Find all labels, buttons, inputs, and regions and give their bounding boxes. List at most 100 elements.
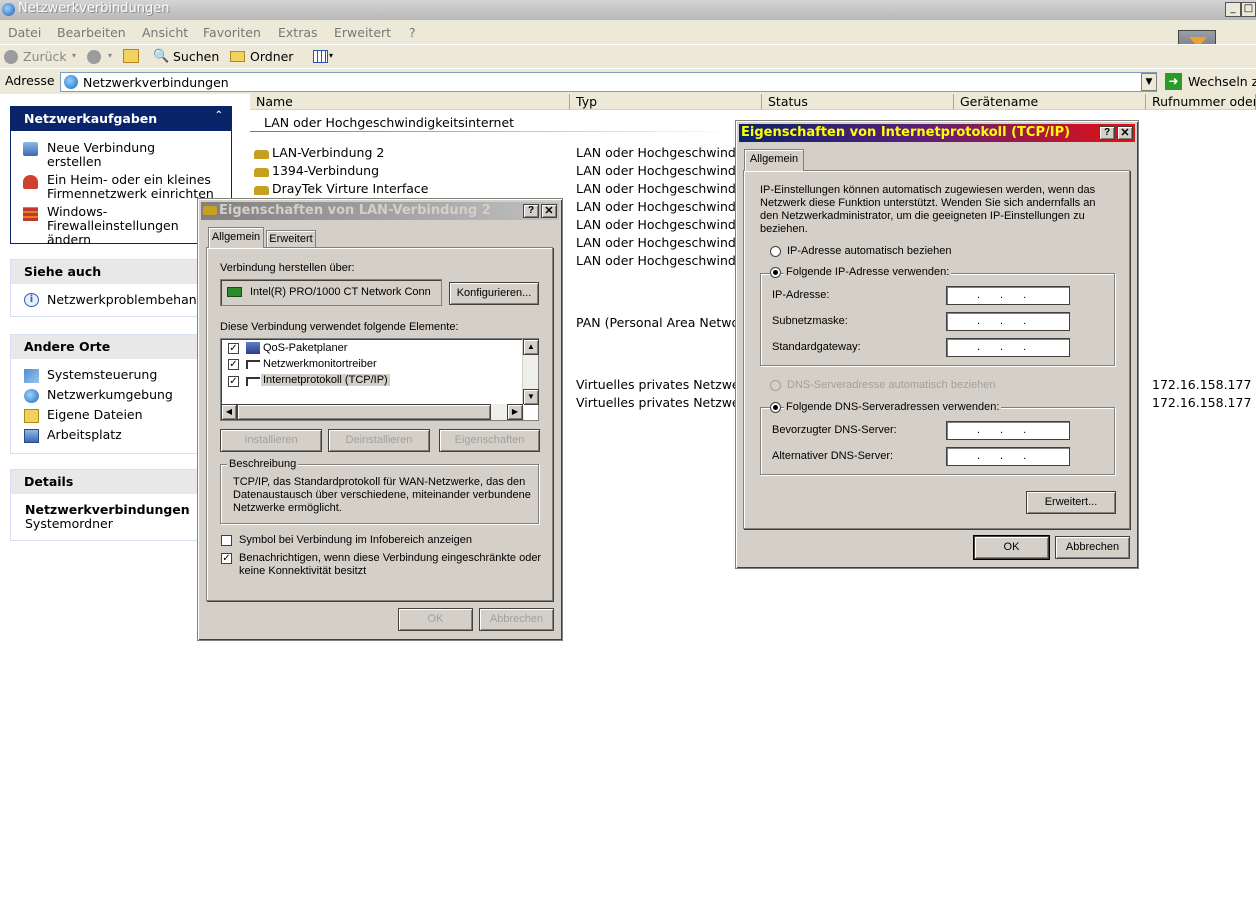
scroll-thumb[interactable] [237, 404, 491, 420]
adapter-name: Intel(R) PRO/1000 CT Network Conn [250, 286, 431, 298]
install-button[interactable]: Installieren [220, 429, 322, 452]
lan-cancel-button[interactable]: Abbrechen [479, 608, 554, 631]
search-button[interactable]: Suchen [173, 49, 219, 64]
task-firewall[interactable]: Windows-Firewalleinstellungen ändern [47, 205, 197, 247]
link-my-computer[interactable]: Arbeitsplatz [47, 427, 122, 442]
menu-help[interactable]: ? [409, 25, 416, 40]
views-dropdown-icon[interactable]: ▾ [329, 51, 333, 60]
search-icon: 🔍 [153, 49, 170, 64]
menu-datei[interactable]: Datei [8, 25, 41, 40]
connection-name[interactable]: DrayTek Virture Interface [272, 181, 562, 196]
link-troubleshooting[interactable]: Netzwerkproblembehandlung [47, 292, 197, 307]
elements-vscroll[interactable]: ▲ ▼ [522, 339, 539, 405]
collapse-icon[interactable]: ⌃ [215, 110, 223, 121]
subnet-mask-input[interactable]: ... [946, 312, 1070, 331]
scroll-left-icon[interactable]: ◀ [221, 404, 237, 420]
connection-name[interactable]: 1394-Verbindung [272, 163, 562, 178]
lan-ok-button[interactable]: OK [398, 608, 473, 631]
notify-checkbox[interactable]: ✓ [221, 553, 232, 564]
element-monitor[interactable]: Netzwerkmonitortreiber [263, 358, 377, 370]
lan-tab-general[interactable]: Allgemein [208, 227, 264, 248]
preferred-dns-input[interactable]: ... [946, 421, 1070, 440]
manual-dns-label[interactable]: Folgende DNS-Serveradressen verwenden: [784, 401, 1002, 413]
ip-address-input[interactable]: ... [946, 286, 1070, 305]
views-icon[interactable] [313, 50, 328, 63]
forward-dropdown-icon[interactable]: ▾ [108, 51, 112, 60]
auto-ip-label[interactable]: IP-Adresse automatisch beziehen [787, 245, 951, 257]
home-network-icon [23, 175, 38, 189]
back-button[interactable]: Zurück [23, 49, 67, 64]
manual-ip-label[interactable]: Folgende IP-Adresse verwenden: [784, 266, 952, 278]
connection-host: 172.16.158.177 [1152, 395, 1252, 410]
lan-properties-dialog: Eigenschaften von LAN-Verbindung 2 ? ✕ A… [197, 198, 563, 641]
network-tasks-title: Netzwerkaufgaben [24, 111, 158, 126]
tcpip-help-button[interactable]: ? [1099, 126, 1115, 140]
go-arrow-icon[interactable]: ➜ [1165, 73, 1182, 90]
column-header-device[interactable]: Gerätename [954, 94, 1146, 110]
menu-bearbeiten[interactable]: Bearbeiten [57, 25, 126, 40]
show-icon-checkbox[interactable] [221, 535, 232, 546]
forward-arrow-icon[interactable] [87, 50, 101, 64]
scroll-up-icon[interactable]: ▲ [523, 339, 539, 355]
go-button[interactable]: Wechseln zu [1188, 74, 1256, 89]
notify-label[interactable]: Benachrichtigen, wenn diese Verbindung e… [239, 552, 545, 578]
auto-dns-radio[interactable] [770, 380, 781, 391]
element-tcpip-checkbox[interactable]: ✓ [228, 376, 239, 387]
network-tasks-header[interactable]: Netzwerkaufgaben ⌃ [11, 107, 231, 131]
connection-name[interactable]: LAN-Verbindung 2 [272, 145, 562, 160]
menu-ansicht[interactable]: Ansicht [142, 25, 188, 40]
back-dropdown-icon[interactable]: ▾ [72, 51, 76, 60]
lan-close-button[interactable]: ✕ [541, 204, 557, 218]
folder-up-icon[interactable] [123, 49, 139, 63]
menu-extras[interactable]: Extras [278, 25, 318, 40]
properties-button[interactable]: Eigenschaften [439, 429, 540, 452]
elements-label: Diese Verbindung verwendet folgende Elem… [220, 321, 459, 333]
gateway-input[interactable]: ... [946, 338, 1070, 357]
task-home-network[interactable]: Ein Heim- oder ein kleines Firmennetzwer… [47, 173, 227, 201]
window-titlebar: Netzwerkverbindungen _ □ [0, 0, 1256, 20]
link-control-panel[interactable]: Systemsteuerung [47, 367, 157, 382]
uninstall-button[interactable]: Deinstallieren [328, 429, 430, 452]
tcpip-close-button[interactable]: ✕ [1117, 126, 1133, 140]
lan-tab-advanced[interactable]: Erweitert [266, 230, 316, 248]
manual-dns-radio[interactable] [770, 402, 781, 413]
maximize-button[interactable]: □ [1241, 2, 1256, 17]
connection-type: LAN oder Hochgeschwindigkeitsinternet [576, 181, 735, 196]
address-input[interactable]: Netzwerkverbindungen [60, 72, 1157, 92]
column-header-type[interactable]: Typ [570, 94, 762, 110]
element-qos[interactable]: QoS-Paketplaner [263, 342, 347, 354]
elements-hscroll[interactable]: ◀ ▶ [221, 404, 524, 420]
column-header-host[interactable]: Rufnummer oder Host [1146, 94, 1256, 110]
auto-ip-radio[interactable] [770, 246, 781, 257]
link-my-documents[interactable]: Eigene Dateien [47, 407, 143, 422]
tcpip-tab-general[interactable]: Allgemein [744, 149, 804, 171]
auto-dns-label[interactable]: DNS-Serveradresse automatisch beziehen [787, 379, 996, 391]
address-dropdown-icon[interactable]: ▼ [1141, 73, 1157, 91]
task-new-connection[interactable]: Neue Verbindung erstellen [47, 141, 187, 169]
column-header-name[interactable]: Name [250, 94, 570, 110]
menu-erweitert[interactable]: Erweitert [334, 25, 391, 40]
manual-ip-radio[interactable] [770, 267, 781, 278]
tcpip-ok-button[interactable]: OK [974, 536, 1049, 559]
tcpip-cancel-button[interactable]: Abbrechen [1055, 536, 1130, 559]
address-value: Netzwerkverbindungen [83, 75, 229, 90]
lan-help-button[interactable]: ? [523, 204, 539, 218]
minimize-button[interactable]: _ [1225, 2, 1241, 17]
configure-button[interactable]: Konfigurieren... [449, 282, 539, 305]
scroll-right-icon[interactable]: ▶ [507, 404, 523, 420]
scroll-down-icon[interactable]: ▼ [523, 389, 539, 405]
alternate-dns-input[interactable]: ... [946, 447, 1070, 466]
link-network-places[interactable]: Netzwerkumgebung [47, 387, 173, 402]
address-label: Adresse [5, 73, 55, 88]
tcpip-dialog-titlebar: Eigenschaften von Internetprotokoll (TCP… [739, 124, 1135, 142]
advanced-button[interactable]: Erweitert... [1026, 491, 1116, 514]
folders-button[interactable]: Ordner [250, 49, 293, 64]
elements-listbox[interactable]: ✓ QoS-Paketplaner ✓ Netzwerkmonitortreib… [220, 338, 539, 421]
show-icon-label[interactable]: Symbol bei Verbindung im Infobereich anz… [239, 534, 472, 546]
lan-connection-icon [203, 206, 217, 215]
element-monitor-checkbox[interactable]: ✓ [228, 359, 239, 370]
element-qos-checkbox[interactable]: ✓ [228, 343, 239, 354]
menu-favoriten[interactable]: Favoriten [203, 25, 261, 40]
element-tcpip[interactable]: Internetprotokoll (TCP/IP) [261, 374, 390, 386]
column-header-status[interactable]: Status [762, 94, 954, 110]
